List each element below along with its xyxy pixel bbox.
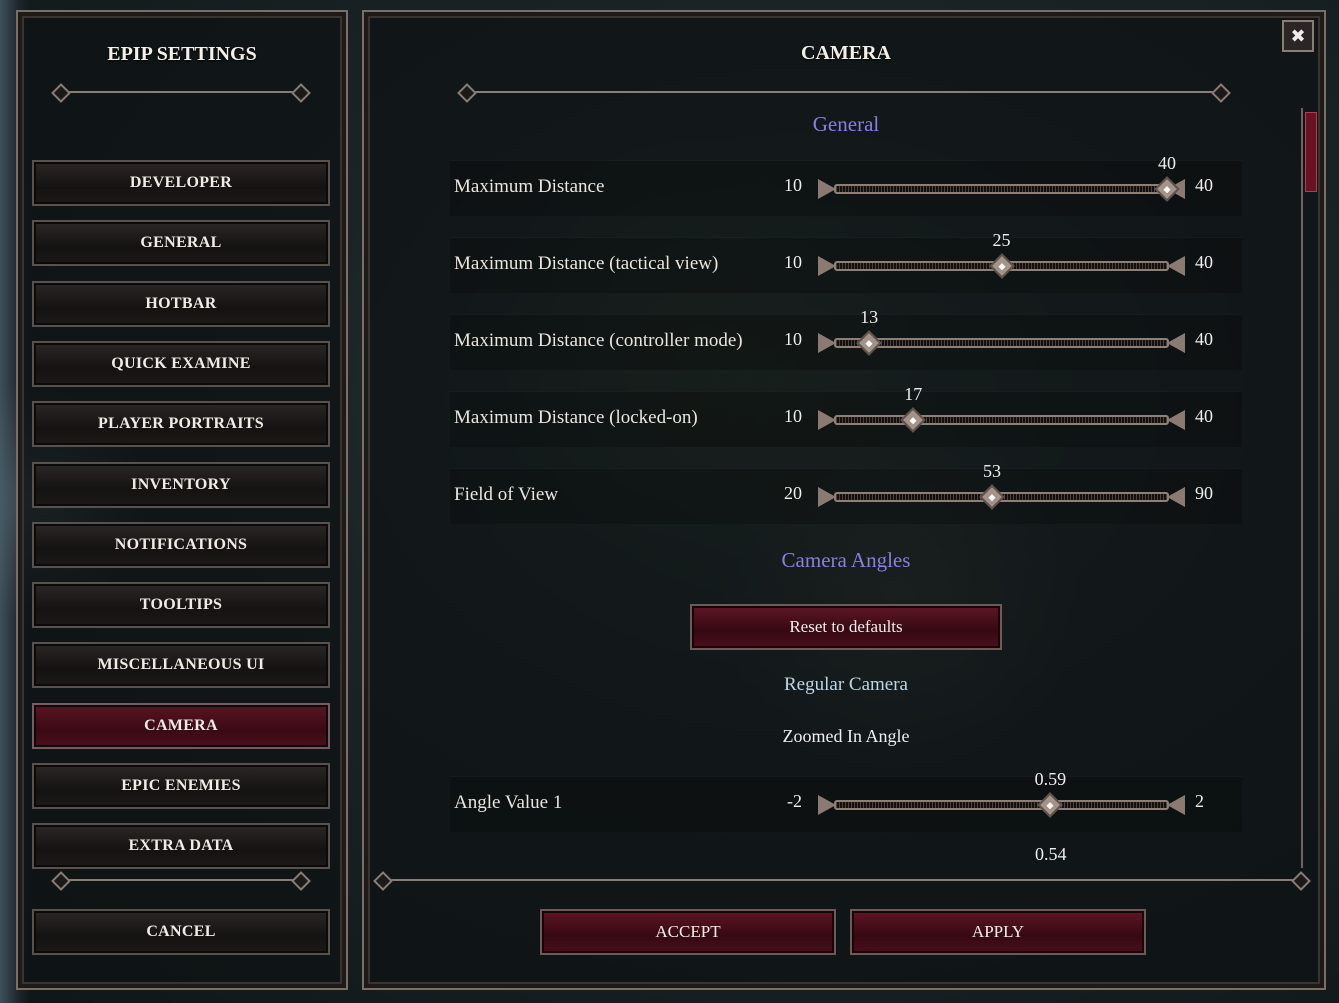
scrollbar[interactable] — [1301, 108, 1319, 868]
slider-label: Field of View — [454, 484, 559, 505]
scrollbar-thumb[interactable] — [1305, 112, 1317, 192]
sidebar-title: EPIP SETTINGS — [107, 43, 257, 65]
sidebar-item-camera[interactable]: CAMERA — [32, 702, 330, 749]
slider[interactable]: 53 — [818, 461, 1185, 510]
slider-thumb[interactable] — [979, 484, 1005, 510]
slider-row: Field of View 20 53 90 — [450, 461, 1242, 524]
slider-min: 20 — [784, 483, 802, 503]
sidebar-item-player-portraits[interactable]: PLAYER PORTRAITS — [32, 401, 330, 448]
slider-label: Maximum Distance (locked-on) — [454, 407, 698, 428]
slider-max: 40 — [1195, 175, 1213, 195]
slider-thumb[interactable] — [1037, 792, 1064, 818]
slider-label: Maximum Distance (tactical view) — [454, 253, 719, 274]
slider-right-cap — [1167, 487, 1185, 507]
sidebar-item-notifications[interactable]: NOTIFICATIONS — [32, 521, 330, 568]
slider-label: Maximum Distance — [454, 176, 605, 197]
sidebar-item-miscellaneous-ui[interactable]: MISCELLANEOUS UI — [32, 642, 330, 689]
slider[interactable]: 25 — [818, 230, 1185, 279]
slider-label: Maximum Distance (controller mode) — [454, 330, 743, 351]
slider-value: 0.59 — [1034, 769, 1067, 789]
slider-label: Angle Value 1 — [454, 792, 563, 813]
slider-rail[interactable] — [834, 415, 1169, 425]
slider-max: 2 — [1195, 791, 1204, 811]
slider-min: 10 — [784, 406, 802, 426]
footer-divider — [382, 879, 1302, 881]
slider-row: Maximum Distance (tactical view) 10 25 4… — [450, 230, 1242, 293]
accept-button[interactable]: ACCEPT — [540, 909, 836, 955]
slider[interactable]: 40 — [818, 153, 1185, 202]
slider-thumb[interactable] — [900, 407, 926, 433]
slider-max: 40 — [1195, 406, 1213, 426]
slider-value: 13 — [860, 307, 879, 327]
slider-rail[interactable] — [834, 184, 1169, 194]
close-icon: ✖ — [1290, 25, 1306, 46]
slider-row: Maximum Distance (locked-on) 10 17 40 — [450, 384, 1242, 447]
zoomed-in-angle-label: Zoomed In Angle — [782, 726, 910, 746]
sidebar-item-developer[interactable]: DEVELOPER — [32, 160, 330, 206]
slider-min: 10 — [784, 175, 802, 195]
slider-row: Angle Value 1 -2 0.59 2 — [450, 769, 1242, 832]
slider-row: Maximum Distance 10 40 40 — [450, 153, 1242, 216]
slider-value: 40 — [1158, 153, 1176, 173]
slider-thumb[interactable] — [856, 330, 882, 356]
section-general: General — [812, 112, 880, 136]
slider-row: Maximum Distance (controller mode) 10 13… — [450, 307, 1242, 370]
slider[interactable]: 17 — [818, 384, 1185, 433]
slider-right-cap — [1167, 333, 1185, 353]
slider-value: 17 — [904, 384, 923, 404]
sidebar-item-extra-data[interactable]: EXTRA DATA — [32, 823, 330, 870]
slider[interactable]: 13 — [818, 307, 1185, 356]
slider-rail[interactable] — [834, 800, 1169, 810]
sidebar-bottom-divider — [60, 879, 302, 881]
slider-rail[interactable] — [834, 338, 1169, 348]
sidebar-item-inventory[interactable]: INVENTORY — [32, 461, 330, 508]
sidebar-divider — [60, 91, 302, 93]
next-slider-value: 0.54 — [1035, 844, 1067, 864]
section-camera-angles: Camera Angles — [781, 548, 911, 572]
regular-camera-label: Regular Camera — [784, 674, 908, 695]
slider-min: 10 — [784, 329, 802, 349]
slider-max: 90 — [1195, 483, 1213, 503]
sidebar-item-tooltips[interactable]: TOOLTIPS — [32, 582, 330, 629]
close-button[interactable]: ✖ — [1282, 20, 1314, 52]
sidebar-item-general[interactable]: GENERAL — [32, 220, 330, 267]
page-title: CAMERA — [801, 42, 891, 64]
slider-min: -2 — [787, 791, 802, 811]
apply-button[interactable]: APPLY — [850, 909, 1146, 955]
sidebar-item-epic-enemies[interactable]: EPIC ENEMIES — [32, 763, 330, 809]
sidebar-item-quick-examine[interactable]: QUICK EXAMINE — [32, 340, 330, 387]
slider-max: 40 — [1195, 329, 1213, 349]
slider-max: 40 — [1195, 252, 1213, 272]
slider-value: 53 — [983, 461, 1002, 481]
slider-min: 10 — [784, 252, 802, 272]
slider-value: 25 — [992, 230, 1011, 250]
reset-to-defaults-button[interactable]: Reset to defaults — [690, 604, 1002, 650]
cancel-button[interactable]: CANCEL — [32, 909, 330, 955]
slider-thumb[interactable] — [988, 253, 1015, 279]
slider-right-cap — [1167, 795, 1185, 815]
slider-right-cap — [1167, 410, 1185, 430]
slider[interactable]: 0.59 — [818, 769, 1185, 818]
title-divider — [466, 91, 1222, 93]
sidebar-item-hotbar[interactable]: HOTBAR — [32, 280, 330, 327]
slider-right-cap — [1167, 256, 1185, 276]
